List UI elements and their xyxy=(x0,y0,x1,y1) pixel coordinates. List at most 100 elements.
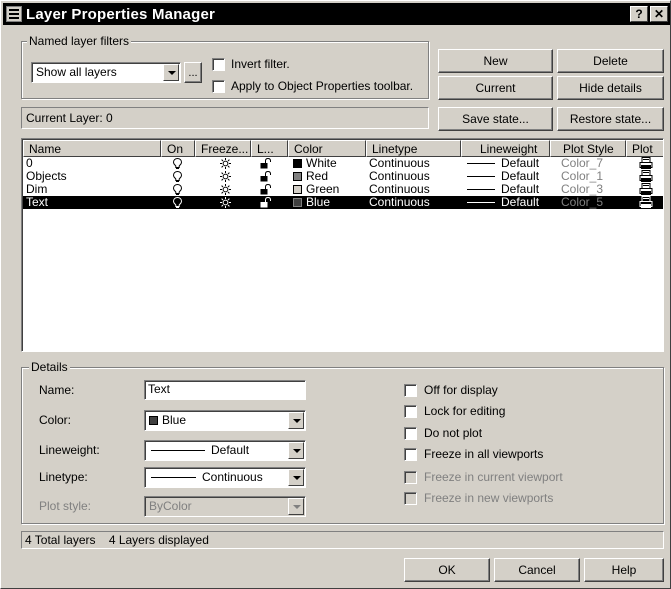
linetype-value: Continuous xyxy=(151,470,263,484)
column-header-plot[interactable]: Plot xyxy=(626,140,663,157)
ok-button[interactable]: OK xyxy=(404,558,490,582)
plot-style-label: Plot style: xyxy=(39,499,92,513)
freeze-new-viewports-label: Freeze in new viewports xyxy=(424,491,554,505)
current-layer-text: Current Layer: 0 xyxy=(26,111,113,125)
column-header-on[interactable]: On xyxy=(161,140,195,157)
freeze-all-viewports-checkbox[interactable] xyxy=(404,448,417,461)
current-button[interactable]: Current xyxy=(438,76,553,100)
color-select-text: Blue xyxy=(162,413,187,427)
layer-properties-dialog: Layer Properties Manager ? ✕ Named layer… xyxy=(0,0,671,589)
lightbulb-icon[interactable] xyxy=(172,196,183,211)
chevron-down-icon[interactable] xyxy=(288,412,304,429)
freeze-current-viewport-label: Freeze in current viewport xyxy=(424,470,563,484)
status-bar: 4 Total layers 4 Layers displayed xyxy=(21,531,664,549)
color-swatch xyxy=(293,198,302,207)
off-for-display-checkbox[interactable] xyxy=(404,384,417,397)
chevron-down-icon[interactable] xyxy=(288,469,304,486)
close-icon[interactable]: ✕ xyxy=(650,6,668,22)
total-layers-text: 4 Total layers xyxy=(25,533,96,547)
save-state-button[interactable]: Save state... xyxy=(438,107,553,131)
layer-filter-select[interactable]: Show all layers xyxy=(31,62,181,83)
hide-details-button[interactable]: Hide details xyxy=(557,76,664,100)
column-header-color[interactable]: Color xyxy=(288,140,366,157)
linetype-sample xyxy=(151,477,196,478)
name-label: Name: xyxy=(39,383,75,397)
lock-for-editing-checkbox[interactable] xyxy=(404,405,417,418)
plot-style-cell: Color_5 xyxy=(561,195,604,209)
table-row[interactable]: Text Blue Continuous Default Color_5 xyxy=(23,196,663,209)
plot-style-value: ByColor xyxy=(149,499,192,513)
linetype-text: Continuous xyxy=(202,470,263,484)
column-header-freeze[interactable]: Freeze... xyxy=(195,140,251,157)
layer-list[interactable]: Name On Freeze... L... Color Linetype Li… xyxy=(21,138,664,352)
help-button[interactable]: Help xyxy=(584,558,664,582)
blue-color-swatch xyxy=(149,416,158,425)
column-header-plot-style[interactable]: Plot Style xyxy=(550,140,626,157)
do-not-plot-checkbox[interactable] xyxy=(404,427,417,440)
invert-filter-label: Invert filter. xyxy=(231,57,290,71)
column-header-lineweight[interactable]: Lineweight xyxy=(461,140,550,157)
lineweight-text: Default xyxy=(501,195,540,209)
lineweight-sample xyxy=(467,176,495,177)
details-group xyxy=(21,367,664,524)
window-title: Layer Properties Manager xyxy=(26,5,216,23)
new-button[interactable]: New xyxy=(438,49,553,73)
color-swatch xyxy=(293,172,302,181)
column-header-lock[interactable]: L... xyxy=(251,140,288,157)
color-select[interactable]: Blue xyxy=(144,410,306,431)
color-swatch xyxy=(293,159,302,168)
color-name: Red xyxy=(306,169,329,183)
lineweight-select[interactable]: Default xyxy=(144,440,306,461)
linetype-select[interactable]: Continuous xyxy=(144,467,306,488)
details-label: Details xyxy=(29,360,70,374)
color-swatch xyxy=(293,185,302,194)
lineweight-value: Default xyxy=(151,443,249,457)
app-icon xyxy=(6,6,22,22)
lineweight-cell[interactable]: Default xyxy=(467,196,539,209)
lineweight-text: Default xyxy=(501,156,540,170)
lock-icon[interactable] xyxy=(260,196,272,211)
lineweight-text: Default xyxy=(211,443,250,457)
freeze-new-viewports-checkbox xyxy=(404,492,417,505)
freeze-current-viewport-checkbox xyxy=(404,471,417,484)
column-header-name[interactable]: Name xyxy=(23,140,161,157)
restore-state-button[interactable]: Restore state... xyxy=(557,107,664,131)
cancel-button[interactable]: Cancel xyxy=(494,558,580,582)
lineweight-text: Default xyxy=(501,182,540,196)
layer-name-input[interactable]: Text xyxy=(144,380,306,400)
lineweight-text: Default xyxy=(501,169,540,183)
apply-toolbar-checkbox[interactable] xyxy=(212,80,225,93)
off-for-display-label: Off for display xyxy=(424,383,498,397)
chevron-down-icon xyxy=(288,498,304,515)
linetype-cell[interactable]: Continuous xyxy=(369,196,430,209)
chevron-down-icon[interactable] xyxy=(288,442,304,459)
freeze-all-viewports-label: Freeze in all viewports xyxy=(424,447,544,461)
layers-displayed-text: 4 Layers displayed xyxy=(108,533,209,547)
current-layer-display: Current Layer: 0 xyxy=(21,107,429,129)
help-icon[interactable]: ? xyxy=(630,6,648,22)
lineweight-label: Lineweight: xyxy=(39,443,100,457)
color-cell[interactable]: Blue xyxy=(293,196,330,209)
named-layer-filters-label: Named layer filters xyxy=(27,34,132,48)
color-name: White xyxy=(306,156,337,170)
color-name: Green xyxy=(306,182,340,196)
color-label: Color: xyxy=(39,413,72,427)
invert-filter-checkbox[interactable] xyxy=(212,58,225,71)
color-name: Blue xyxy=(306,195,331,209)
apply-toolbar-label: Apply to Object Properties toolbar. xyxy=(231,79,414,93)
filter-dialog-button[interactable]: ... xyxy=(184,62,202,83)
color-select-value: Blue xyxy=(149,413,186,427)
title-bar[interactable]: Layer Properties Manager ? ✕ xyxy=(3,3,670,25)
layer-filter-value: Show all layers xyxy=(36,65,117,79)
delete-button[interactable]: Delete xyxy=(557,49,664,73)
layer-name-cell: Text xyxy=(26,195,49,209)
lineweight-sample xyxy=(467,202,495,203)
do-not-plot-label: Do not plot xyxy=(424,426,483,440)
linetype-label: Linetype: xyxy=(39,470,88,484)
chevron-down-icon[interactable] xyxy=(163,64,179,81)
column-header-linetype[interactable]: Linetype xyxy=(366,140,461,157)
printer-icon[interactable] xyxy=(639,196,653,212)
lock-for-editing-label: Lock for editing xyxy=(424,404,506,418)
lineweight-sample xyxy=(467,163,495,164)
sun-icon[interactable] xyxy=(220,197,231,211)
